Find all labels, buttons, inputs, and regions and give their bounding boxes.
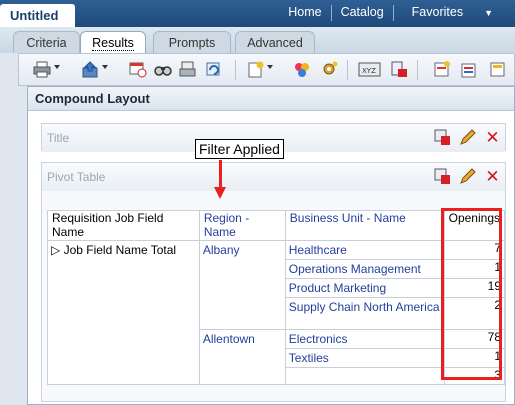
chevron-down-icon[interactable] xyxy=(54,65,60,69)
document-tab[interactable]: Untitled xyxy=(0,4,75,27)
svg-text:XYZ: XYZ xyxy=(362,67,376,75)
edit-icon[interactable] xyxy=(459,129,476,146)
column-header-region[interactable]: Region - Name xyxy=(198,210,286,241)
callout-arrow xyxy=(219,160,222,190)
tab-label: Prompts xyxy=(168,36,216,50)
pivot-view-actions: ✕ xyxy=(434,168,501,185)
print-icon[interactable] xyxy=(33,61,51,78)
home-link[interactable]: Home xyxy=(279,5,330,21)
business-unit-cell[interactable]: Supply Chain North America xyxy=(284,297,445,330)
expand-icon[interactable]: ▷ xyxy=(51,243,60,257)
callout-arrow-head xyxy=(214,187,226,199)
new-view-icon[interactable] xyxy=(247,61,265,78)
edit-view-icon[interactable] xyxy=(390,61,408,78)
column-header-job-field[interactable]: Requisition Job Field Name xyxy=(47,210,200,241)
compound-layout-title: Compound Layout xyxy=(28,87,514,111)
pivot-table-view: Pivot Table ✕ Requisition Job Field Name… xyxy=(41,162,506,402)
region-cell[interactable]: Albany xyxy=(198,240,286,330)
row-header-cell: ▷ Job Field Name Total xyxy=(47,240,200,385)
business-unit-cell[interactable]: Healthcare xyxy=(284,240,445,260)
settings-icon[interactable] xyxy=(460,61,478,78)
toolbar-divider xyxy=(417,60,418,80)
preview-icon[interactable] xyxy=(154,61,172,78)
results-toolbar: XYZ xyxy=(18,53,515,86)
title-view-label: Title xyxy=(47,131,70,145)
compound-properties-icon[interactable] xyxy=(321,61,339,78)
filter-applied-callout: Filter Applied xyxy=(195,139,284,159)
tab-prompts[interactable]: Prompts xyxy=(153,31,231,53)
view-properties-icon[interactable] xyxy=(293,61,311,78)
schedule-icon[interactable] xyxy=(129,61,147,78)
title-view-actions: ✕ xyxy=(434,129,501,146)
add-icon[interactable] xyxy=(433,61,451,78)
pivot-view-header: Pivot Table ✕ xyxy=(42,163,505,191)
close-icon[interactable]: ✕ xyxy=(484,168,501,185)
chevron-down-icon[interactable] xyxy=(102,65,108,69)
tab-criteria[interactable]: Criteria xyxy=(13,31,80,53)
format-container-icon[interactable] xyxy=(434,129,451,146)
business-unit-cell[interactable]: Product Marketing xyxy=(284,278,445,298)
table-row: ▷ Job Field Name Total Albany Healthcare… xyxy=(47,240,506,385)
edit-icon[interactable] xyxy=(459,168,476,185)
tab-label: Results xyxy=(92,36,134,51)
pivot-table: Requisition Job Field Name Region - Name… xyxy=(47,210,506,385)
tab-results[interactable]: Results xyxy=(80,31,146,53)
row-header-label: Job Field Name Total xyxy=(63,243,177,257)
refresh-icon[interactable] xyxy=(205,61,223,78)
top-bar: Untitled Home Catalog Favorites ▼ xyxy=(0,0,515,27)
export-icon[interactable] xyxy=(81,61,99,78)
print-preview-icon[interactable] xyxy=(179,61,197,78)
openings-highlight-box xyxy=(441,208,502,380)
toolbar-divider xyxy=(347,60,348,80)
business-unit-cell[interactable]: Textiles xyxy=(284,348,445,368)
format-container-icon[interactable] xyxy=(434,168,451,185)
chevron-down-icon[interactable] xyxy=(267,65,273,69)
pivot-header-row: Requisition Job Field Name Region - Name… xyxy=(47,210,506,241)
tab-label: Advanced xyxy=(247,36,303,50)
business-unit-cell xyxy=(284,367,445,385)
column-header-business-unit[interactable]: Business Unit - Name xyxy=(284,210,445,241)
close-icon[interactable]: ✕ xyxy=(484,129,501,146)
tab-label: Criteria xyxy=(26,36,67,50)
favorites-menu[interactable]: Favorites ▼ xyxy=(394,5,511,21)
pivot-view-label: Pivot Table xyxy=(47,170,106,184)
show-xy-icon[interactable]: XYZ xyxy=(358,61,381,78)
favorites-label: Favorites xyxy=(411,5,464,19)
editor-tabs: Criteria Results Prompts Advanced xyxy=(0,27,515,53)
tab-advanced[interactable]: Advanced xyxy=(235,31,315,53)
chevron-down-icon: ▼ xyxy=(484,8,493,18)
layout-icon[interactable] xyxy=(489,61,507,78)
global-links: Home Catalog Favorites ▼ xyxy=(279,5,511,21)
region-cell[interactable]: Allentown xyxy=(198,329,286,385)
catalog-link[interactable]: Catalog xyxy=(332,5,393,21)
pivot-table-container: Requisition Job Field Name Region - Name… xyxy=(47,210,506,385)
toolbar-divider xyxy=(235,60,236,80)
business-unit-cell[interactable]: Operations Management xyxy=(284,259,445,279)
business-unit-cell[interactable]: Electronics xyxy=(284,329,445,349)
